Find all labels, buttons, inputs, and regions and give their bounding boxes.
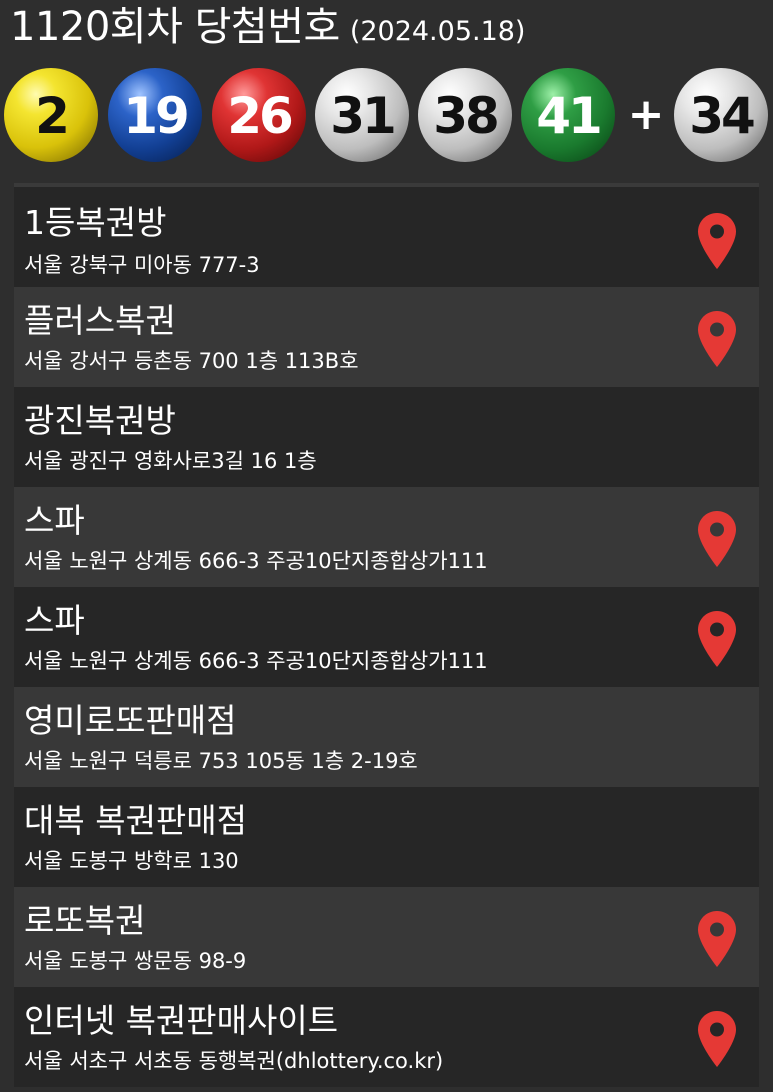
store-name: 영미로또판매점 [24, 701, 237, 740]
lotto-ball-1: 2 [4, 68, 98, 162]
store-row[interactable]: 플러스복권 서울 강서구 등촌동 700 1층 113B호 [14, 287, 759, 387]
draw-date: (2024.05.18) [349, 16, 526, 47]
store-row[interactable]: 로또복권 서울 도봉구 쌍문동 98-9 [14, 887, 759, 987]
store-name: 로또복권 [24, 901, 146, 940]
location-pin-icon[interactable] [695, 609, 739, 669]
store-name: 광진복권방 [24, 401, 176, 440]
store-address: 서울 강북구 미아동 777-3 [24, 253, 260, 277]
location-pin-icon[interactable] [695, 309, 739, 369]
store-row[interactable]: 대복 복권판매점 서울 도봉구 방학로 130 [14, 787, 759, 887]
lotto-ball-6: 41 [521, 68, 615, 162]
store-row[interactable]: 스파 서울 노원구 상계동 666-3 주공10단지종합상가111 [14, 487, 759, 587]
store-address: 서울 노원구 상계동 666-3 주공10단지종합상가111 [24, 549, 488, 573]
store-name: 플러스복권 [24, 301, 176, 340]
location-pin-icon[interactable] [695, 1009, 739, 1069]
location-pin-icon[interactable] [695, 509, 739, 569]
store-row[interactable]: 인터넷 복권판매사이트 서울 서초구 서초동 동행복권(dhlottery.co… [14, 987, 759, 1087]
store-row[interactable]: 스파 서울 노원구 상계동 666-3 주공10단지종합상가111 [14, 587, 759, 687]
store-row[interactable]: 1등복권방 서울 강북구 미아동 777-3 [14, 183, 759, 287]
store-address: 서울 서초구 서초동 동행복권(dhlottery.co.kr) [24, 1049, 444, 1073]
location-pin-icon[interactable] [695, 909, 739, 969]
store-name: 대복 복권판매점 [24, 801, 248, 840]
store-address: 서울 강서구 등촌동 700 1층 113B호 [24, 349, 359, 373]
plus-sign: + [627, 89, 665, 140]
store-name: 스파 [24, 501, 85, 540]
bonus-ball: 34 [674, 68, 768, 162]
store-name: 인터넷 복권판매사이트 [24, 1001, 339, 1040]
lotto-ball-5: 38 [418, 68, 512, 162]
location-pin-icon[interactable] [695, 211, 739, 271]
store-address: 서울 도봉구 쌍문동 98-9 [24, 949, 247, 973]
draw-header: 1120회차 당첨번호 (2024.05.18) 2 19 26 31 38 4… [0, 0, 773, 183]
draw-title: 1120회차 당첨번호 [10, 4, 340, 50]
store-address: 서울 노원구 덕릉로 753 105동 1층 2-19호 [24, 749, 418, 773]
lotto-ball-4: 31 [315, 68, 409, 162]
store-address: 서울 노원구 상계동 666-3 주공10단지종합상가111 [24, 649, 488, 673]
winning-numbers: 2 19 26 31 38 41 + 34 [0, 68, 773, 164]
store-address: 서울 도봉구 방학로 130 [24, 849, 239, 873]
store-address: 서울 광진구 영화사로3길 16 1층 [24, 449, 317, 473]
lotto-ball-3: 26 [212, 68, 306, 162]
lotto-ball-2: 19 [108, 68, 202, 162]
store-name: 1등복권방 [24, 203, 167, 242]
title-row: 1120회차 당첨번호 (2024.05.18) [10, 2, 525, 52]
winning-store-list[interactable]: 1등복권방 서울 강북구 미아동 777-3 플러스복권 서울 강서구 등촌동 … [14, 183, 759, 1092]
store-name: 스파 [24, 601, 85, 640]
store-row[interactable]: 광진복권방 서울 광진구 영화사로3길 16 1층 [14, 387, 759, 487]
store-row[interactable]: 영미로또판매점 서울 노원구 덕릉로 753 105동 1층 2-19호 [14, 687, 759, 787]
